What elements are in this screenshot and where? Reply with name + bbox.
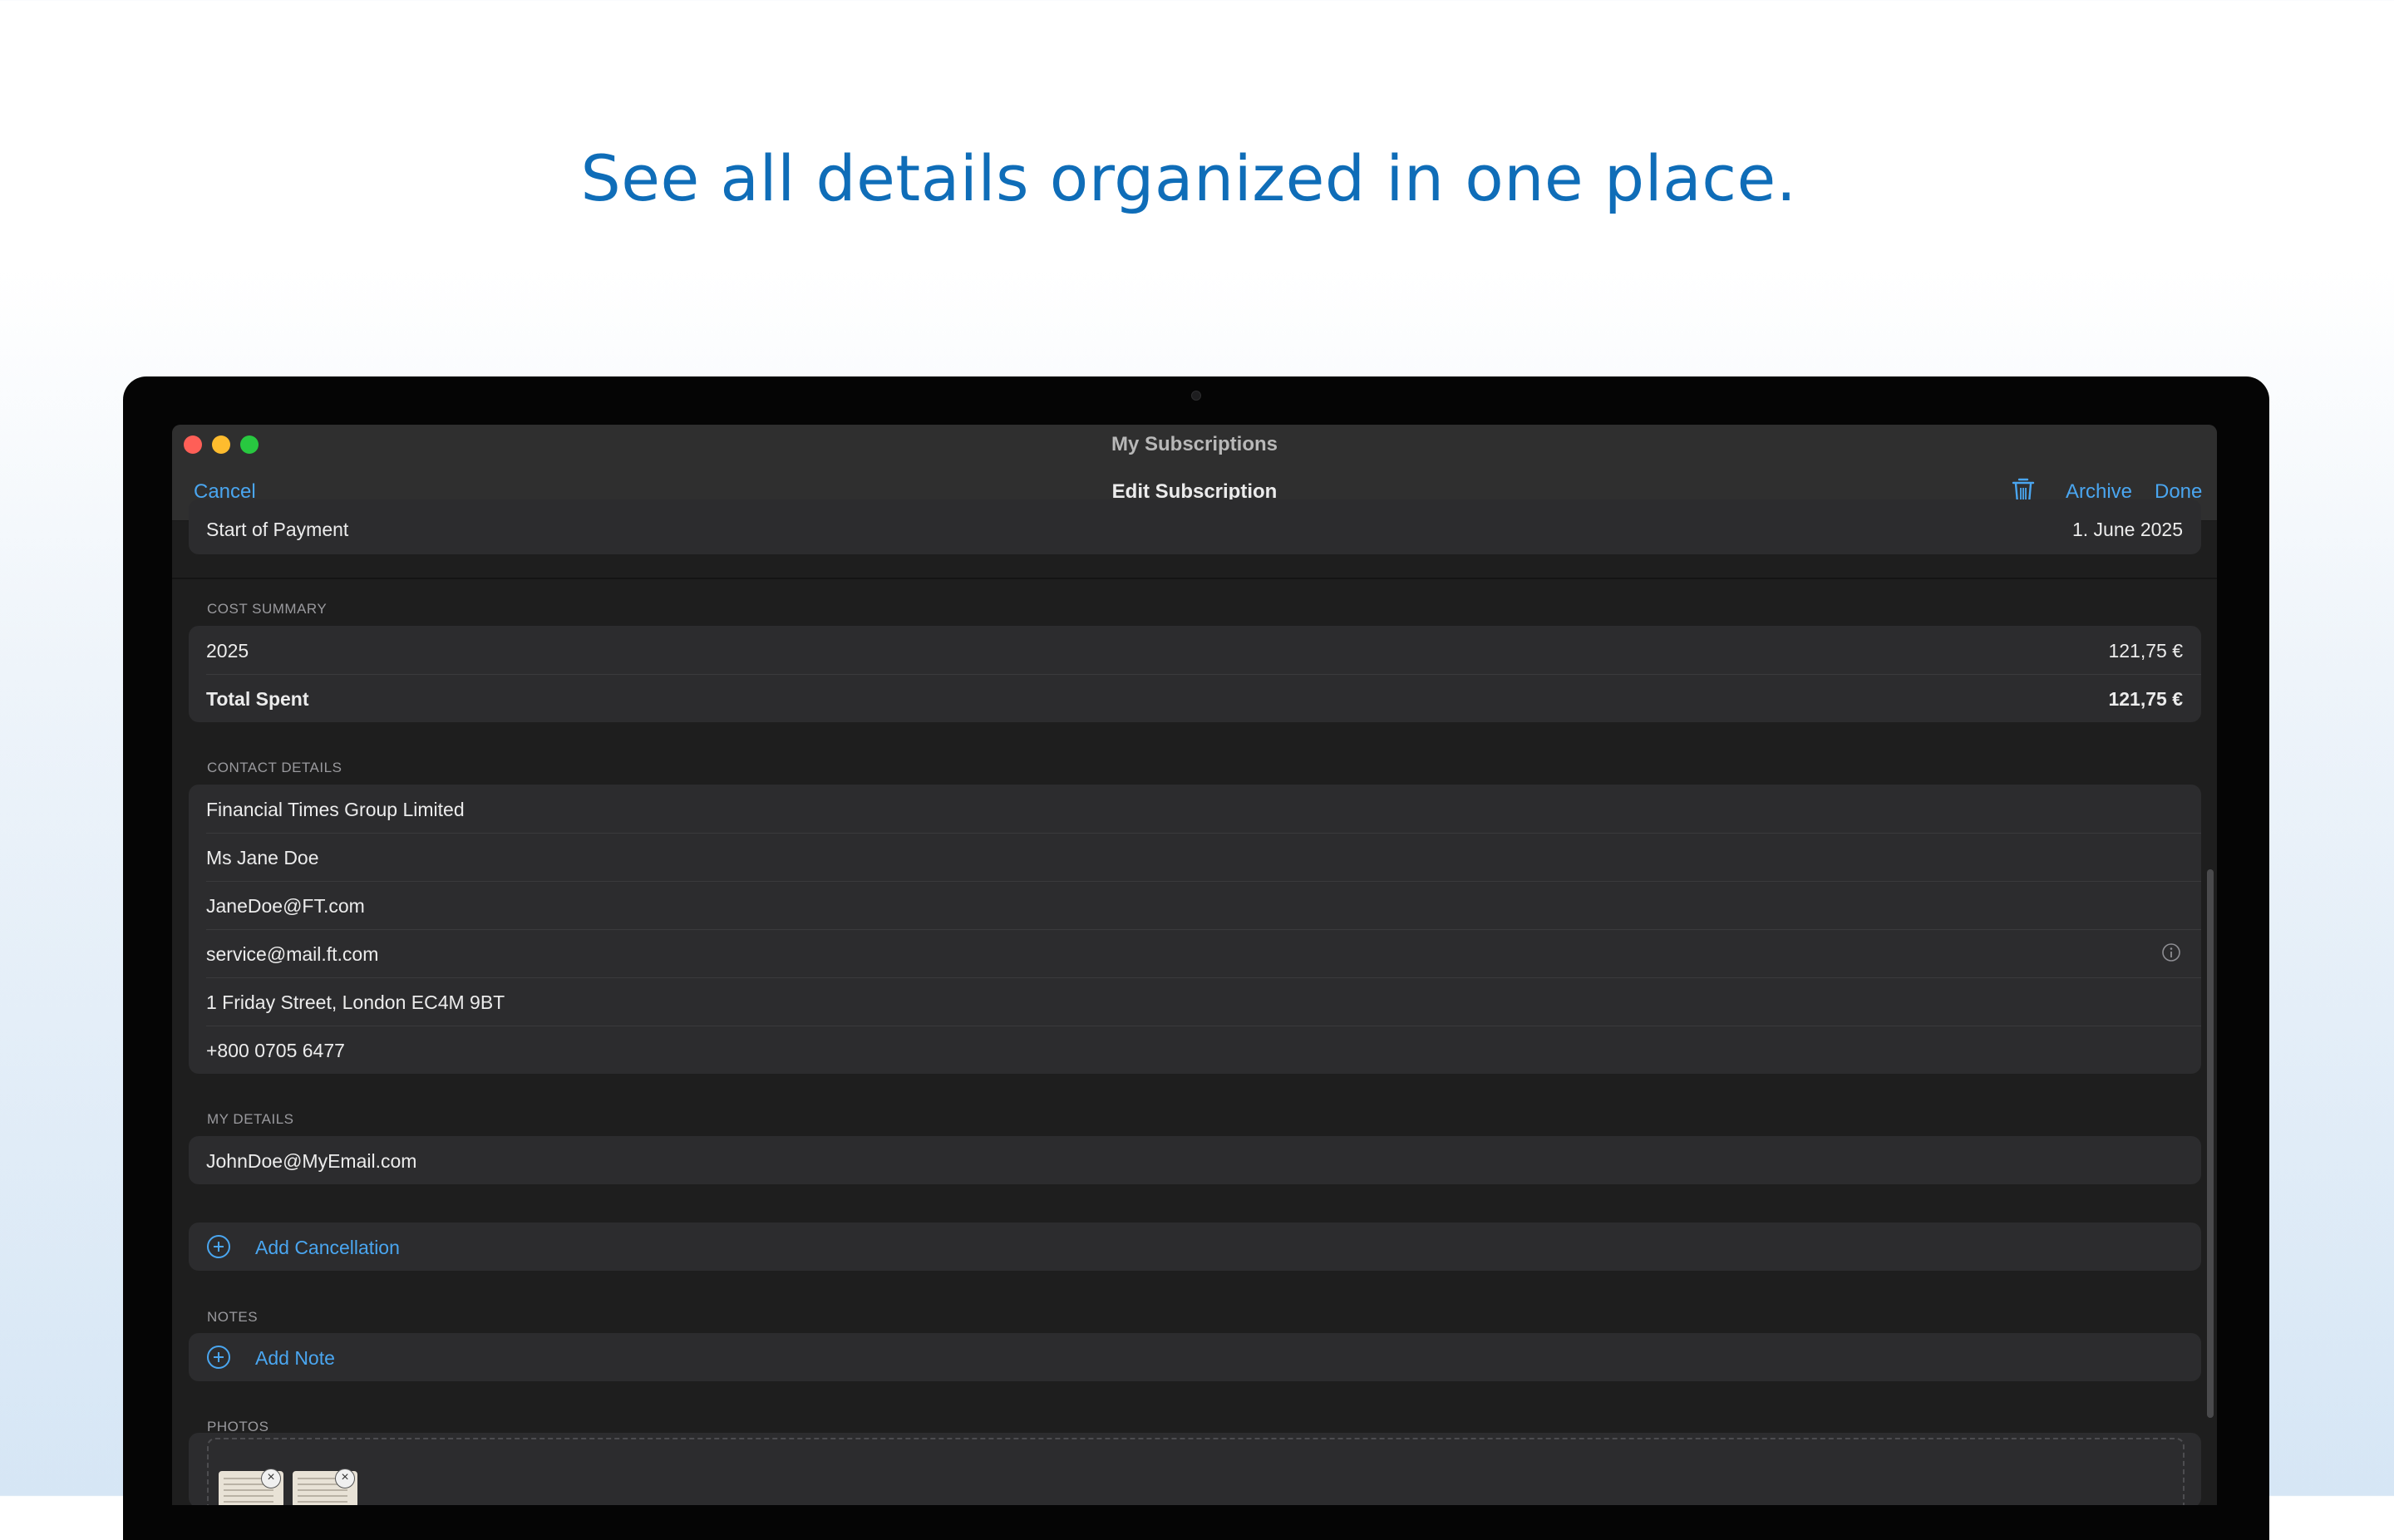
vertical-scrollbar[interactable] [2207, 869, 2214, 1418]
contact-person-value: Ms Jane Doe [206, 847, 319, 868]
address-field[interactable]: 1 Friday Street, London EC4M 9BT [189, 977, 2201, 1026]
window-title: My Subscriptions [1111, 433, 1278, 455]
app-window: My Subscriptions Cancel Edit Subscriptio… [172, 425, 2217, 1505]
photos-group: × × [189, 1433, 2201, 1505]
notes-group: Add Note [189, 1333, 2201, 1381]
total-spent-row: Total Spent 121,75 € [189, 674, 2201, 722]
my-email-field[interactable]: JohnDoe@MyEmail.com [189, 1136, 2201, 1184]
cost-year-row: 2025 121,75 € [189, 626, 2201, 674]
plus-circle-icon [207, 1235, 230, 1258]
cost-year-label: 2025 [206, 640, 249, 662]
start-of-payment-group: Start of Payment 1. June 2025 [189, 499, 2201, 554]
my-details-header: MY DETAILS [207, 1111, 294, 1127]
form-scroll-area[interactable]: Start of Payment 1. June 2025 COST SUMMA… [172, 499, 2217, 1505]
service-email-field[interactable]: service@mail.ft.com [189, 929, 2201, 977]
info-icon[interactable] [2161, 942, 2181, 962]
start-of-payment-row[interactable]: Start of Payment 1. June 2025 [189, 499, 2201, 554]
phone-value: +800 0705 6477 [206, 1040, 345, 1061]
contact-email-value: JaneDoe@FT.com [206, 895, 365, 917]
total-spent-label: Total Spent [206, 688, 309, 710]
close-circle-icon[interactable]: × [261, 1469, 281, 1488]
start-of-payment-value: 1. June 2025 [2071, 519, 2183, 540]
start-of-payment-label: Start of Payment [206, 519, 349, 540]
my-email-value: JohnDoe@MyEmail.com [206, 1150, 417, 1172]
cost-year-value: 121,75 € [2108, 640, 2183, 662]
camera-dot [1191, 391, 1201, 401]
company-name-value: Financial Times Group Limited [206, 799, 465, 820]
add-note-label: Add Note [255, 1347, 335, 1369]
contact-details-group: Financial Times Group Limited Ms Jane Do… [189, 785, 2201, 1074]
address-value: 1 Friday Street, London EC4M 9BT [206, 991, 505, 1013]
notes-header: NOTES [207, 1309, 259, 1325]
contact-details-header: CONTACT DETAILS [207, 760, 342, 775]
marketing-headline: See all details organized in one place. [580, 141, 1797, 215]
phone-field[interactable]: +800 0705 6477 [189, 1026, 2201, 1074]
contact-person-field[interactable]: Ms Jane Doe [189, 833, 2201, 881]
add-cancellation-button[interactable]: Add Cancellation [189, 1223, 2201, 1271]
company-name-field[interactable]: Financial Times Group Limited [189, 785, 2201, 833]
cost-summary-group: 2025 121,75 € Total Spent 121,75 € [189, 626, 2201, 722]
add-cancellation-label: Add Cancellation [255, 1237, 400, 1258]
cancellation-group: Add Cancellation [189, 1223, 2201, 1271]
add-note-button[interactable]: Add Note [189, 1333, 2201, 1381]
my-details-group: JohnDoe@MyEmail.com [189, 1136, 2201, 1184]
photo-drop-zone[interactable]: × × [207, 1438, 2185, 1505]
close-circle-icon[interactable]: × [335, 1469, 355, 1488]
contact-email-field[interactable]: JaneDoe@FT.com [189, 881, 2201, 929]
cost-summary-header: COST SUMMARY [207, 601, 328, 617]
total-spent-value: 121,75 € [2108, 688, 2183, 710]
plus-circle-icon [207, 1346, 230, 1369]
section-divider [172, 578, 2217, 579]
service-email-value: service@mail.ft.com [206, 943, 379, 965]
